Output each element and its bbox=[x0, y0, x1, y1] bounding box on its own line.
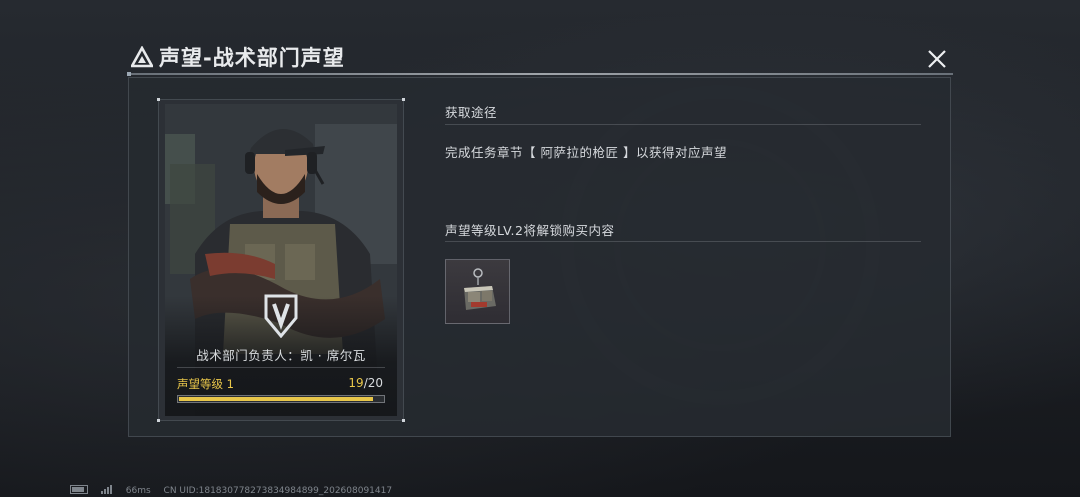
card-corner bbox=[157, 419, 160, 422]
acquire-description: 完成任务章节【 阿萨拉的枪匠 】以获得对应声望 bbox=[445, 145, 727, 160]
uid-text: CN UID:1818307782738349848​99_2026080914… bbox=[163, 486, 393, 496]
card-corner bbox=[402, 98, 405, 101]
title-bar: 声望-战术部门声望 bbox=[127, 44, 953, 76]
department-manager: 战术部门负责人：凯 · 席尔瓦 bbox=[196, 348, 366, 363]
progress-total: /20 bbox=[363, 376, 383, 390]
card-corner bbox=[402, 419, 405, 422]
status-footer: 66ms CN UID:1818307782738349848​99_20260… bbox=[70, 485, 402, 497]
unlock-divider bbox=[445, 241, 921, 242]
card-corner bbox=[157, 98, 160, 101]
acquire-divider bbox=[445, 124, 921, 125]
reputation-level: 声望等级 1 bbox=[177, 377, 234, 391]
reputation-progress-count: 19/20 bbox=[348, 376, 383, 390]
keychain-bag-icon bbox=[464, 268, 496, 310]
acquire-heading: 获取途径 bbox=[445, 105, 498, 120]
battery-icon bbox=[70, 485, 88, 494]
triangle-logo-icon bbox=[131, 46, 153, 68]
title-divider bbox=[127, 72, 953, 76]
character-portrait: 战术部门负责人：凯 · 席尔瓦 声望等级 1 19/20 bbox=[165, 104, 397, 416]
reputation-progress-bar bbox=[177, 395, 385, 403]
close-icon[interactable] bbox=[922, 44, 952, 74]
unlock-item-slot[interactable] bbox=[445, 259, 510, 324]
page-title: 声望-战术部门声望 bbox=[159, 46, 345, 70]
faction-card: 战术部门负责人：凯 · 席尔瓦 声望等级 1 19/20 bbox=[157, 98, 405, 422]
ping-value: 66ms bbox=[125, 486, 151, 496]
progress-current: 19 bbox=[348, 376, 364, 390]
card-divider bbox=[177, 367, 385, 368]
department-shield-icon bbox=[264, 294, 298, 338]
progress-fill bbox=[179, 397, 373, 401]
unlock-heading: 声望等级LV.2将解锁购买内容 bbox=[445, 223, 615, 238]
signal-icon bbox=[100, 485, 113, 497]
